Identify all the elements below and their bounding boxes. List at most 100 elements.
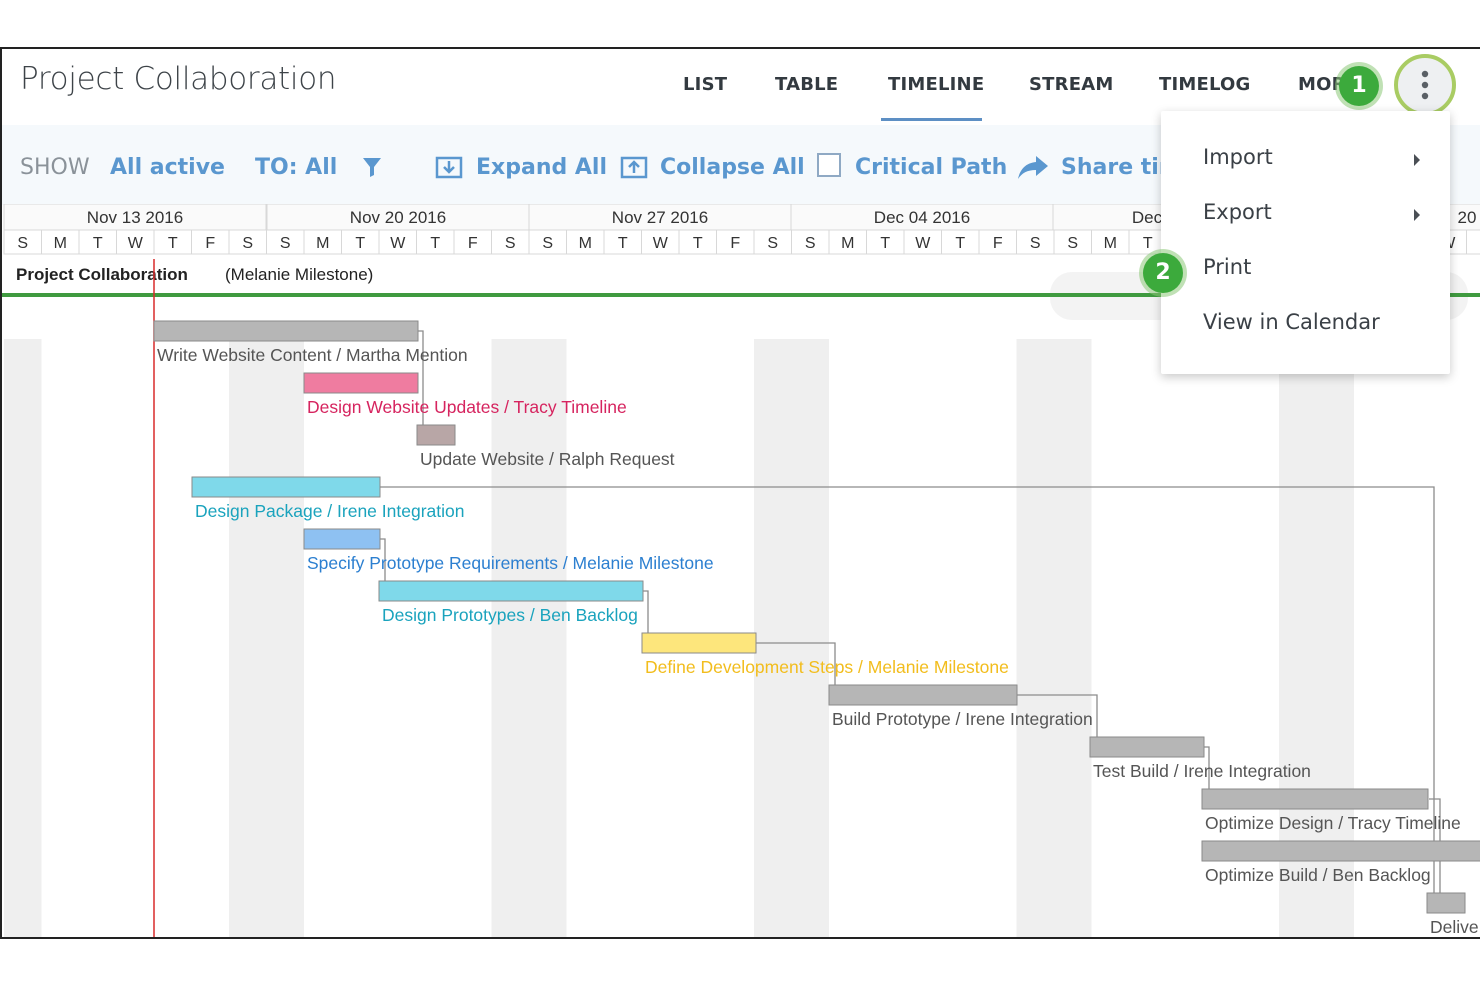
share-icon xyxy=(1018,156,1048,179)
task-label: Test Build / Irene Integration xyxy=(1093,761,1311,781)
tab-timeline[interactable]: TIMELINE xyxy=(888,74,984,95)
task-bar xyxy=(1426,892,1466,914)
week-header-label: Dec 04 2016 xyxy=(874,208,970,227)
task-label: Delive xyxy=(1430,917,1479,937)
day-header-letter: F xyxy=(468,235,478,252)
day-header-letter: W xyxy=(915,235,931,252)
menu-item-print[interactable]: Print xyxy=(1203,255,1251,279)
day-header-letter: M xyxy=(316,235,329,252)
collapse-all-button[interactable]: Collapse All xyxy=(660,155,805,180)
task-bar xyxy=(1089,736,1205,758)
expand-all-button[interactable]: Expand All xyxy=(476,155,607,180)
page-title: Project Collaboration xyxy=(20,61,337,97)
task-label: Optimize Design / Tracy Timeline xyxy=(1205,813,1461,833)
critical-path-label: Critical Path xyxy=(855,155,1008,180)
day-header-letter: M xyxy=(579,235,592,252)
week-header-label: Nov 13 2016 xyxy=(87,208,183,227)
tab-timelog[interactable]: TIMELOG xyxy=(1159,74,1251,95)
week-header-label: Dec xyxy=(1132,208,1163,227)
task-bar xyxy=(416,424,456,446)
tab-stream[interactable]: STREAM xyxy=(1029,74,1113,95)
day-header-letter: T xyxy=(618,235,628,252)
assignee-filter-dropdown[interactable]: TO: All xyxy=(255,155,337,180)
day-header-letter: S xyxy=(17,235,28,252)
tab-table[interactable]: TABLE xyxy=(775,74,838,95)
show-label: SHOW xyxy=(20,155,90,180)
task-label: Design Website Updates / Tracy Timeline xyxy=(307,397,627,417)
task-label: Design Prototypes / Ben Backlog xyxy=(382,605,638,625)
weekend-column xyxy=(529,339,567,937)
task-label: Update Website / Ralph Request xyxy=(420,449,675,469)
collapse-all-icon xyxy=(620,156,648,179)
task-label: Write Website Content / Martha Mention xyxy=(157,345,468,365)
day-header-letter: S xyxy=(805,235,816,252)
weekend-column xyxy=(791,339,829,937)
task-label: Define Development Steps / Melanie Miles… xyxy=(645,657,1009,677)
day-header-letter: W xyxy=(390,235,406,252)
task-label: Build Prototype / Irene Integration xyxy=(832,709,1093,729)
day-header-letter: S xyxy=(542,235,553,252)
task-bar xyxy=(303,528,381,550)
task-bar xyxy=(1201,788,1429,810)
weekend-column xyxy=(754,339,792,937)
day-header-letter: T xyxy=(693,235,703,252)
day-header-letter: S xyxy=(1030,235,1041,252)
task-bar xyxy=(828,684,1018,706)
day-header-letter: T xyxy=(93,235,103,252)
day-header-letter: M xyxy=(841,235,854,252)
day-header-letter: S xyxy=(242,235,253,252)
day-header-letter: S xyxy=(505,235,516,252)
task-bar xyxy=(153,320,419,342)
project-name: Project Collaboration xyxy=(16,265,188,284)
day-header-letter: T xyxy=(955,235,965,252)
filter-icon[interactable] xyxy=(361,155,383,179)
weekend-column xyxy=(229,339,267,937)
day-header-letter: W xyxy=(128,235,144,252)
menu-item-view-in-calendar[interactable]: View in Calendar xyxy=(1203,310,1380,334)
chevron-right-icon xyxy=(1414,209,1420,221)
weekend-column xyxy=(1016,339,1054,937)
task-bar xyxy=(378,580,644,602)
day-header-letter: T xyxy=(1143,235,1153,252)
more-options-menu: Import Export Print View in Calendar xyxy=(1161,111,1450,374)
day-header-letter: S xyxy=(1067,235,1078,252)
menu-item-import[interactable]: Import xyxy=(1203,145,1273,169)
show-filter-dropdown[interactable]: All active xyxy=(110,155,225,180)
task-bar xyxy=(1201,840,1480,862)
day-header-letter: S xyxy=(280,235,291,252)
day-header-letter: T xyxy=(880,235,890,252)
day-header-letter: T xyxy=(168,235,178,252)
expand-all-icon xyxy=(435,156,463,179)
menu-item-export[interactable]: Export xyxy=(1203,200,1272,224)
tab-list[interactable]: LIST xyxy=(683,74,727,95)
day-header-letter: F xyxy=(205,235,215,252)
active-tab-indicator xyxy=(881,118,982,121)
day-header-letter: S xyxy=(767,235,778,252)
chevron-right-icon xyxy=(1414,154,1420,166)
callout-badge-1: 1 xyxy=(1339,66,1379,106)
day-header-letter: F xyxy=(730,235,740,252)
project-owner: (Melanie Milestone) xyxy=(225,265,373,284)
week-header-label: Nov 27 2016 xyxy=(612,208,708,227)
weekend-column xyxy=(1054,339,1092,937)
day-header-letter: W xyxy=(653,235,669,252)
critical-path-checkbox[interactable] xyxy=(817,153,841,177)
task-label: Design Package / Irene Integration xyxy=(195,501,464,521)
day-header-cell xyxy=(1466,229,1480,255)
task-bar xyxy=(303,372,419,394)
day-header-letter: M xyxy=(1104,235,1117,252)
week-header-label: Nov 20 2016 xyxy=(350,208,446,227)
weekend-column xyxy=(4,339,42,937)
more-options-button[interactable] xyxy=(1394,54,1456,116)
day-header-letter: T xyxy=(355,235,365,252)
task-label: Optimize Build / Ben Backlog xyxy=(1205,865,1431,885)
day-header-letter: M xyxy=(54,235,67,252)
week-header-label: 20 xyxy=(1458,208,1477,227)
task-bar xyxy=(641,632,757,654)
task-bar xyxy=(191,476,381,498)
task-label: Specify Prototype Requirements / Melanie… xyxy=(307,553,714,573)
vertical-dots-icon xyxy=(1421,70,1429,100)
day-header-letter: F xyxy=(993,235,1003,252)
day-header-letter: T xyxy=(430,235,440,252)
weekend-column xyxy=(266,339,304,937)
